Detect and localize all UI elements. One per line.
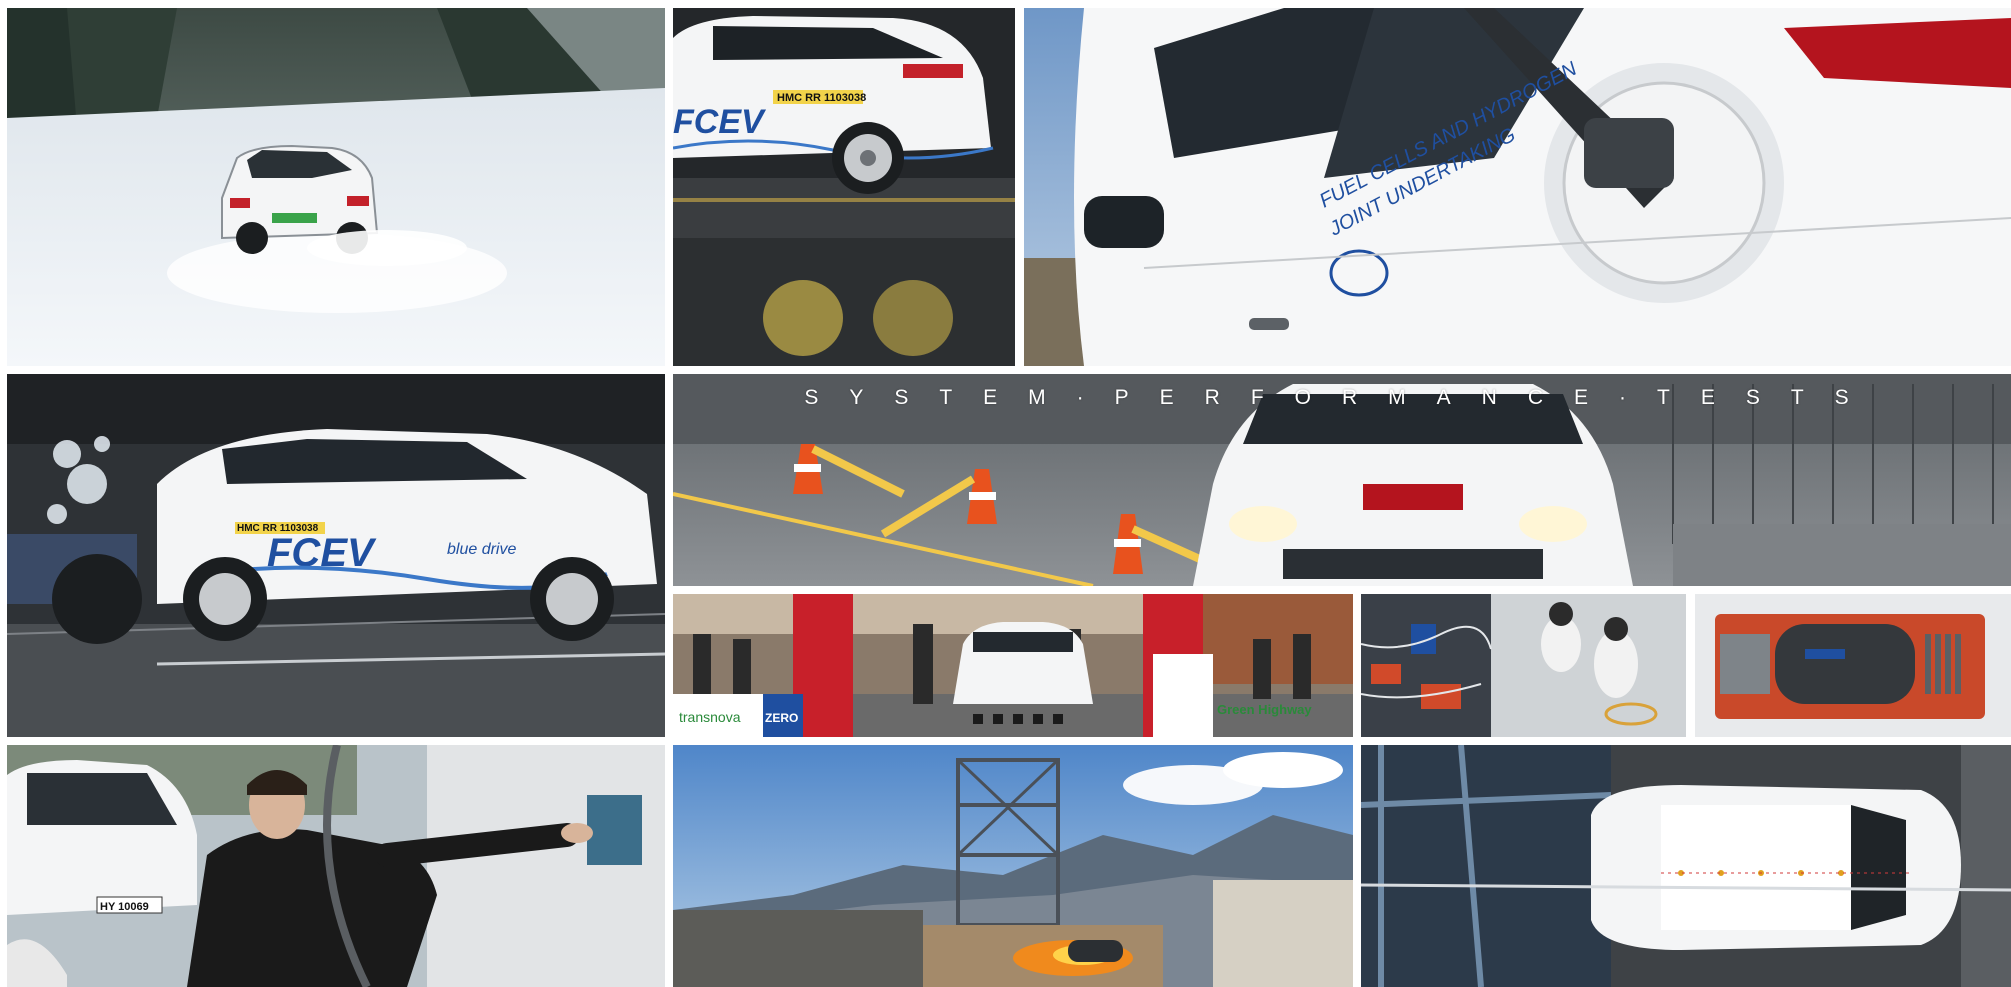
fuel-cell-stack-photo	[1695, 594, 2011, 737]
refueling-photo: FUEL CELLS AND HYDROGEN JOINT UNDERTAKIN…	[1024, 8, 2011, 366]
refuel-station-photo: HY 10069	[7, 745, 665, 987]
fcev-test-rig-photo: HMC RR 1103038 FCEV	[673, 8, 1015, 366]
lab-work-photo	[1361, 594, 1686, 737]
event-banner-zero: ZERO	[765, 711, 798, 725]
public-event-photo: transnova ZERO Green Highway	[673, 594, 1353, 737]
blue-drive-text: blue drive	[447, 541, 516, 558]
photo-collage: HMC RR 1103038 FCEV FUEL CELLS AND HYDRO…	[0, 0, 2011, 987]
top-crash-photo	[1361, 745, 2011, 987]
fcev-logo-text: FCEV	[673, 103, 767, 141]
side-crash-photo: HMC RR 1103038 FCEV blue drive	[7, 374, 665, 737]
station-plate-text: HY 10069	[100, 901, 149, 913]
event-banner-transnova: transnova	[679, 709, 741, 725]
snow-driving-photo	[7, 8, 665, 366]
plate-text: HMC RR 1103038	[777, 92, 866, 104]
system-performance-photo: SYSTEM·PERFORMANCE·TESTS	[673, 374, 2011, 586]
fire-test-photo	[673, 745, 1353, 987]
system-performance-title: SYSTEM·PERFORMANCE·TESTS	[804, 386, 1880, 409]
event-banner-green-highway: Green Highway	[1217, 702, 1312, 717]
